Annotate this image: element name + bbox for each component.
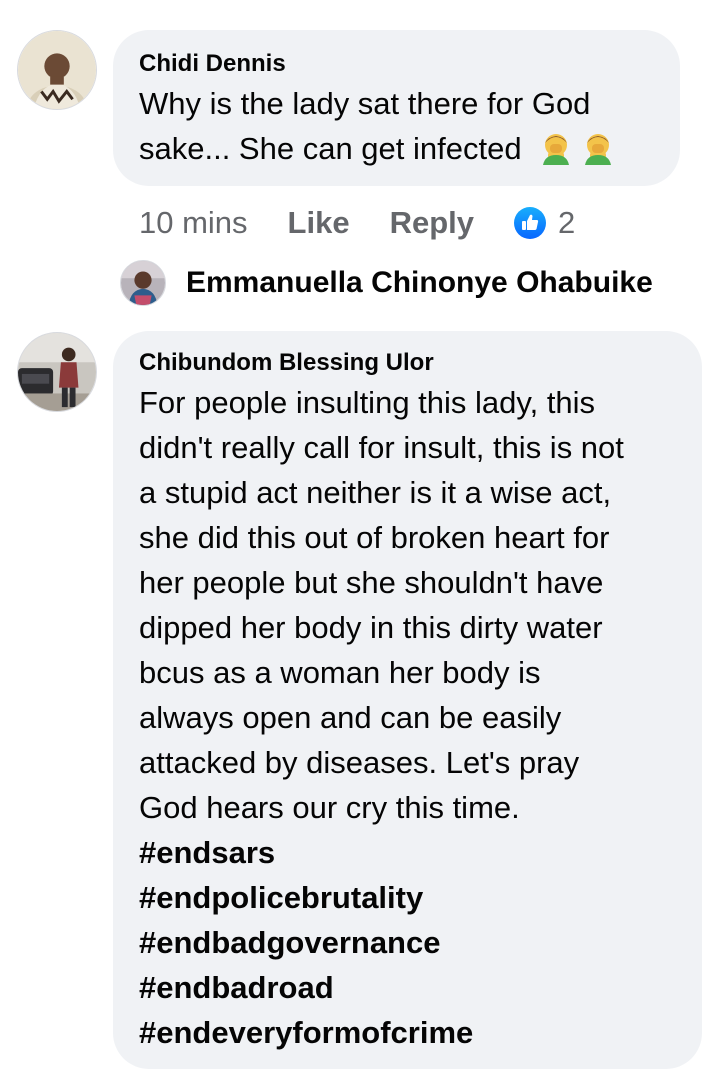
hashtag-link[interactable]: #endbadgovernance [139,920,702,965]
comment-text-line: sake... She can get infected [139,126,680,172]
commenter-avatar[interactable] [17,332,97,412]
comment-text-line: she did this out of broken heart for [139,520,610,555]
avatar-photo [18,333,96,411]
thumbs-up-icon [514,207,546,239]
reaction-summary[interactable]: 2 [514,205,575,241]
comment-text-line: God hears our cry this time. [139,790,520,825]
hashtag-link[interactable]: #endeveryformofcrime [139,1010,702,1055]
comment-text-line: dipped her body in this dirty water [139,610,603,645]
comment-text-line: For people insulting this lady, this [139,385,596,420]
comment-bubble: Chibundom Blessing Ulor For people insul… [113,331,702,1069]
comment-text-line-part: sake... She can get infected [139,131,522,166]
comment-text-line: didn't really call for insult, this is n… [139,430,624,465]
comment-author[interactable]: Chibundom Blessing Ulor [139,349,702,377]
reaction-count: 2 [558,205,576,240]
commenter-avatar[interactable] [17,30,97,110]
like-button[interactable]: Like [288,205,350,241]
comments-page: Chidi Dennis Why is the lady sat there f… [0,0,720,1069]
reply-author-name[interactable]: Emmanuella Chinonye Ohabuike [186,266,653,300]
man-facepalming-emoji [539,133,573,166]
comment-bubble: Chidi Dennis Why is the lady sat there f… [113,30,680,186]
hashtag-link[interactable]: #endsars [139,830,702,875]
comment-text-line: her people but she shouldn't have [139,565,604,600]
comment-text-line: attacked by diseases. Let's pray [139,745,580,780]
hashtag-link[interactable]: #endpolicebrutality [139,875,702,920]
comment-timestamp[interactable]: 10 mins [139,205,248,241]
man-facepalming-icon [585,134,612,165]
comment-actions: 10 mins Like Reply 2 [139,200,575,246]
comment-text-line: bcus as a woman her body is [139,655,541,690]
reply-author-avatar [120,260,166,306]
thumbs-up-glyph [522,214,539,230]
comment-text-line: a stupid act neither is it a wise act, [139,475,612,510]
avatar-photo [18,31,96,109]
reply-button[interactable]: Reply [390,205,474,241]
avatar-photo [121,261,165,305]
comment-text: For people insulting this lady, this did… [139,380,702,830]
man-facepalming-emoji [581,133,615,166]
comment-author[interactable]: Chidi Dennis [139,50,680,78]
comment-text: Why is the lady sat there for God sake..… [139,81,680,172]
comment-text-line: Why is the lady sat there for God [139,86,591,121]
man-facepalming-icon [542,134,569,165]
hashtag-link[interactable]: #endbadroad [139,965,702,1010]
comment-text-line: always open and can be easily [139,700,562,735]
reply-preview[interactable]: Emmanuella Chinonye Ohabuike [120,259,653,307]
